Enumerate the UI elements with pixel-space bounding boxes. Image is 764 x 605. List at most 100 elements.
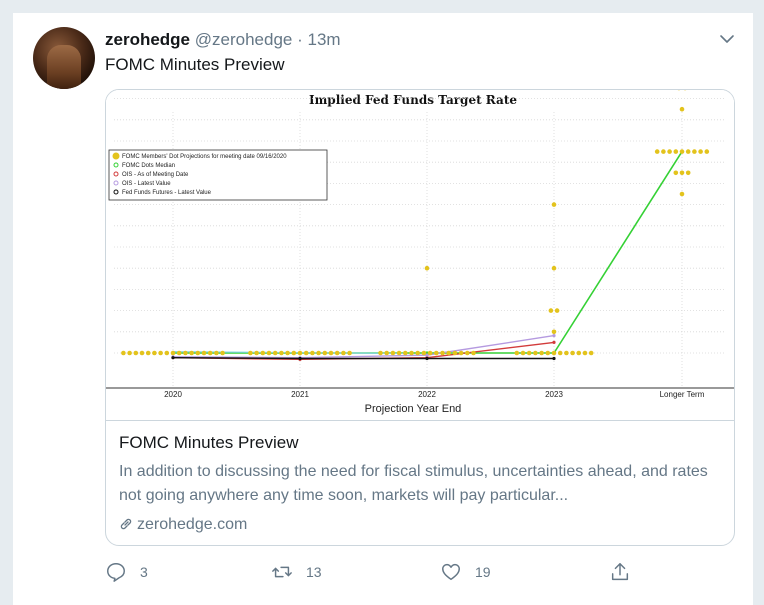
dot-projection [539,351,544,356]
dot-projection [335,351,340,356]
series-point [425,357,428,360]
dot-projection [329,351,334,356]
legend-entry: FOMC Dots Median [122,163,175,169]
chart-legend: FOMC Members' Dot Projections for meetin… [109,150,327,200]
dot-projection [527,351,532,356]
dot-projection [397,351,402,356]
dot-projection [570,351,575,356]
like-button[interactable]: 19 [440,559,491,585]
dot-projection [655,149,660,154]
dot-projection [248,351,253,356]
legend-entry: OIS - As of Meeting Date [122,172,189,178]
dot-projection [202,351,207,356]
dot-projection [434,351,439,356]
dot-projection [680,171,685,176]
x-axis-label: Projection Year End [365,403,462,415]
dot-projection [152,351,157,356]
dot-projection [425,266,430,271]
dot-projection [446,351,451,356]
reply-button[interactable]: 3 [105,559,148,585]
tweet[interactable]: zerohedge @zerohedge · 13m FOMC Minutes … [12,12,754,605]
tweet-text: FOMC Minutes Preview [105,53,284,77]
dot-projection [196,351,201,356]
dot-projection [546,351,551,356]
dot-projection [674,149,679,154]
author-name[interactable]: zerohedge [105,30,190,49]
chevron-down-icon[interactable] [717,29,737,49]
fed-funds-chart: Implied Fed Funds Target Rate 2020202120… [106,90,734,420]
dot-projection [171,351,176,356]
card-domain-row[interactable]: zerohedge.com [119,514,724,536]
dot-projection [555,308,560,313]
reply-icon [105,561,127,583]
dot-projection [552,202,557,207]
x-tick-label: 2020 [164,390,182,399]
dot-projection [549,308,554,313]
like-count: 19 [475,564,491,580]
share-button[interactable] [609,559,644,585]
dot-projection [521,351,526,356]
tweet-actions: 3 13 19 [105,559,735,585]
heart-icon [440,561,462,583]
separator: · [297,30,303,49]
dot-projection [680,107,685,112]
dot-projection [422,351,427,356]
share-icon [609,561,631,583]
dot-projection [384,351,389,356]
dot-projection [189,351,194,356]
x-tick-label: 2021 [291,390,309,399]
dot-projection [577,351,582,356]
dot-projection [471,351,476,356]
dot-projection [208,351,213,356]
dot-projection [323,351,328,356]
retweet-button[interactable]: 13 [271,559,322,585]
legend-marker [113,153,119,159]
dot-projection [285,351,290,356]
series-point [171,356,174,359]
dot-projection [705,149,710,154]
card-body: FOMC Minutes Preview In addition to disc… [119,431,724,536]
dot-projection [533,351,538,356]
dot-projection [558,351,563,356]
dot-projection [121,351,126,356]
dot-projection [183,351,188,356]
dot-projection [316,351,321,356]
series-point [552,334,555,337]
dot-projection [134,351,139,356]
dot-projection [552,266,557,271]
link-card[interactable]: Implied Fed Funds Target Rate 2020202120… [105,89,735,546]
series-point [552,341,555,344]
legend-entry: OIS - Latest Value [122,181,171,187]
dot-projection [304,351,309,356]
dot-projection [298,351,303,356]
series-point [552,357,555,360]
reply-count: 3 [140,564,148,580]
card-title[interactable]: FOMC Minutes Preview [119,431,724,455]
avatar[interactable] [33,27,95,89]
dot-projection [667,149,672,154]
dot-projection [158,351,163,356]
author-handle[interactable]: @zerohedge [195,30,293,49]
dot-projection [692,149,697,154]
dot-projection [146,351,151,356]
dot-projection [310,351,315,356]
x-tick-label: 2022 [418,390,436,399]
tweet-time[interactable]: 13m [308,30,341,49]
dot-projection [564,351,569,356]
dot-projection [465,351,470,356]
dot-projection [674,171,679,176]
dot-projection [428,351,433,356]
dot-projection [127,351,132,356]
dot-projection [214,351,219,356]
dot-projection [177,351,182,356]
dot-projection [686,149,691,154]
dot-projection [686,171,691,176]
dot-projection [391,351,396,356]
dot-projection [552,330,557,335]
dot-projection [415,351,420,356]
dot-projection [267,351,272,356]
dot-projection [220,351,225,356]
legend-entry: Fed Funds Futures - Latest Value [122,190,212,196]
dot-projection [589,351,594,356]
dot-projection [459,351,464,356]
